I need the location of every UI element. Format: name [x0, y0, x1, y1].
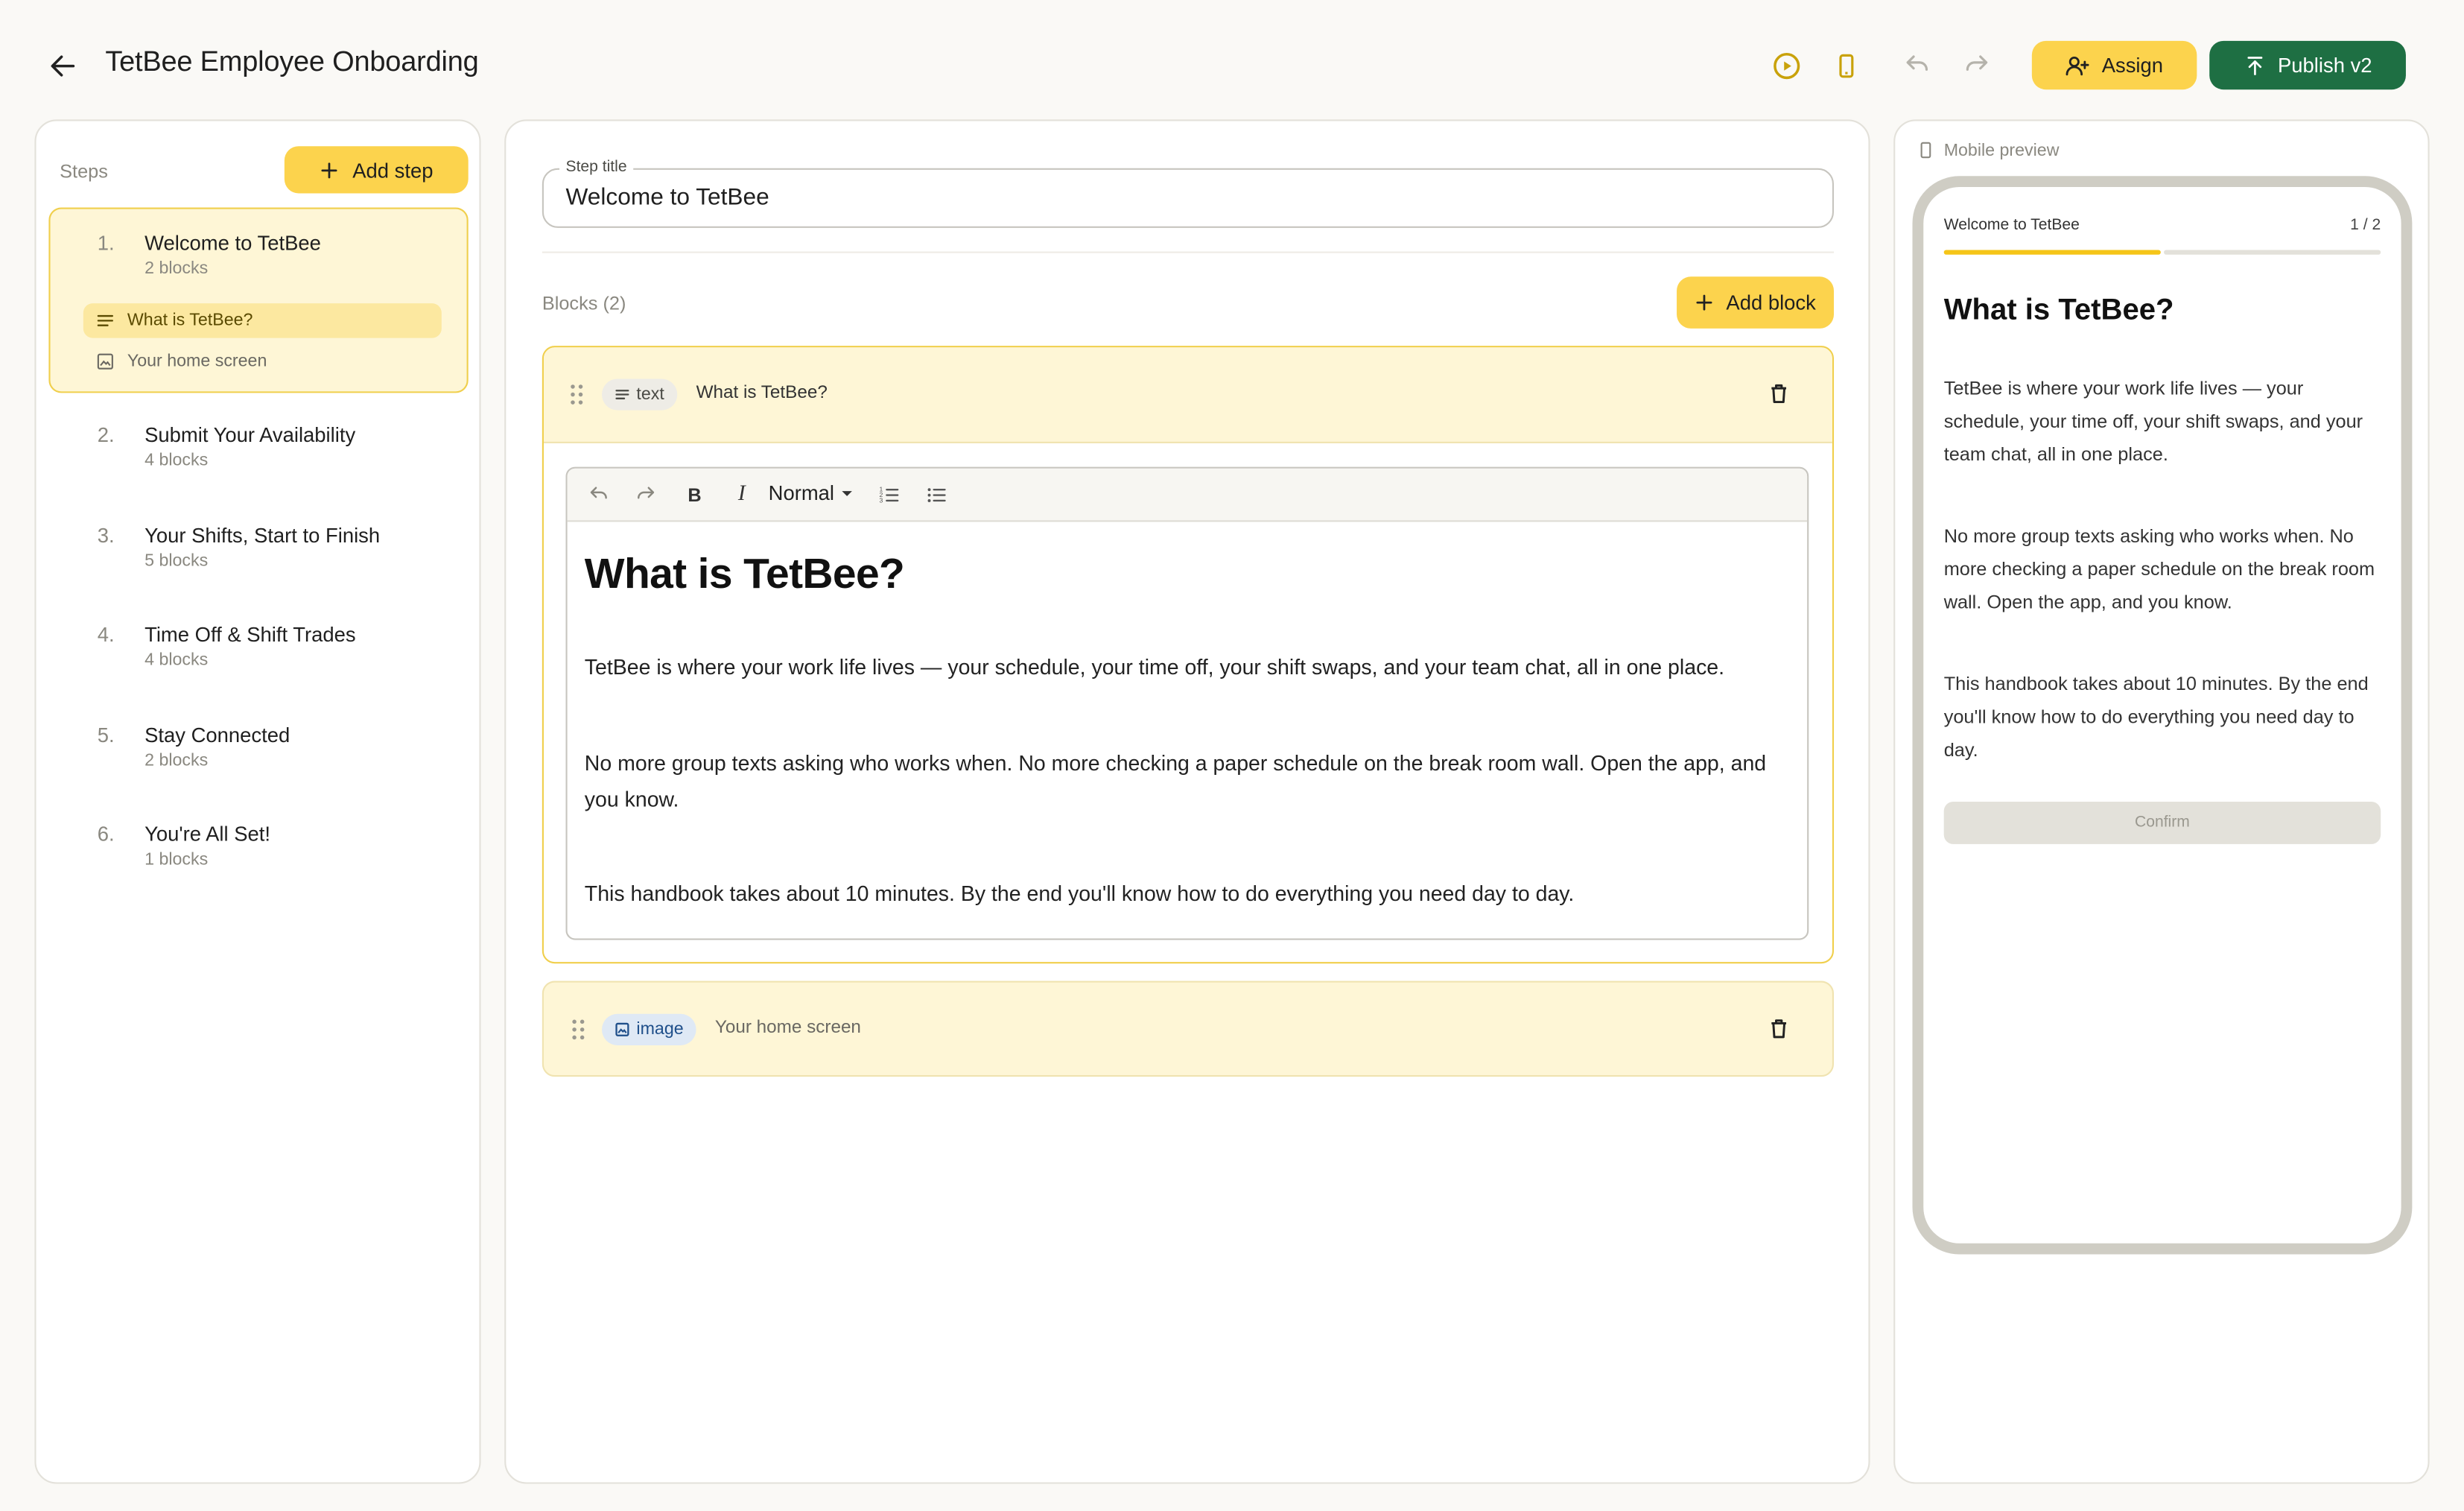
plus-icon	[1695, 292, 1715, 312]
block-header[interactable]: text What is TetBee?	[543, 347, 1832, 443]
block-type-label: image	[636, 1020, 684, 1039]
text-block-card: text What is TetBee? B I Normal 1 2 3 Wh…	[542, 346, 1835, 964]
drag-handle-icon[interactable]	[571, 1019, 586, 1041]
sub-block-item[interactable]: Your home screen	[83, 344, 442, 378]
mobile-phone-icon	[1917, 140, 1934, 160]
step-number: 2.	[97, 422, 115, 447]
image-icon	[615, 1021, 630, 1037]
confirm-button[interactable]: Confirm	[1943, 801, 2381, 844]
svg-text:3: 3	[880, 496, 883, 504]
content-paragraph: No more group texts asking who works whe…	[584, 751, 1767, 811]
redo-icon[interactable]	[630, 479, 661, 510]
steps-heading: Steps	[60, 160, 108, 183]
content-paragraph: TetBee is where your work life lives — y…	[584, 655, 1725, 680]
progress-segment-done	[1943, 250, 2161, 255]
step-block-count: 2 blocks	[145, 259, 209, 279]
bullet-list-icon[interactable]	[921, 479, 952, 510]
undo-icon[interactable]	[1900, 48, 1934, 83]
text-style-value: Normal	[768, 481, 835, 505]
progress-segment-remaining	[2164, 250, 2381, 255]
editor-toolbar: B I Normal 123	[567, 468, 1808, 522]
step-block-count: 2 blocks	[145, 751, 209, 770]
step-block-count: 5 blocks	[145, 551, 209, 571]
block-type-label: text	[636, 384, 664, 405]
divider	[542, 251, 1835, 253]
phone-frame: Welcome to TetBee 1 / 2 What is TetBee? …	[1912, 176, 2413, 1255]
block-type-chip: text	[602, 378, 677, 411]
sub-block-label: Your home screen	[127, 352, 267, 371]
step-block-count: 4 blocks	[145, 451, 209, 470]
drag-handle-icon[interactable]	[569, 384, 585, 406]
block-title: What is TetBee?	[696, 383, 828, 403]
plus-icon	[320, 159, 340, 180]
play-circle-icon[interactable]	[1770, 48, 1804, 83]
publish-label: Publish v2	[2278, 53, 2372, 77]
caret-down-icon	[840, 487, 853, 499]
mobile-phone-icon[interactable]	[1829, 48, 1864, 83]
add-block-button[interactable]: Add block	[1677, 276, 1835, 329]
back-arrow-icon[interactable]	[47, 51, 78, 82]
upload-icon	[2244, 54, 2266, 77]
assign-label: Assign	[2101, 53, 2164, 77]
image-icon	[96, 352, 115, 371]
mobile-preview-panel: Mobile preview Welcome to TetBee 1 / 2 W…	[1893, 119, 2430, 1484]
ordered-list-icon[interactable]: 123	[874, 479, 905, 510]
preview-paragraph: No more group texts asking who works whe…	[1943, 525, 2375, 613]
trash-icon[interactable]	[1768, 1017, 1790, 1041]
publish-button[interactable]: Publish v2	[2209, 40, 2406, 90]
preview-page-counter: 1 / 2	[2350, 217, 2381, 235]
redo-icon[interactable]	[1960, 48, 1994, 83]
step-number: 5.	[97, 723, 115, 747]
step-block-count: 4 blocks	[145, 650, 209, 670]
step-title: You're All Set!	[145, 822, 271, 846]
step-title-input[interactable]: Welcome to TetBee	[565, 184, 769, 211]
trash-icon[interactable]	[1768, 382, 1790, 406]
mobile-preview-label: Mobile preview	[1943, 140, 2060, 160]
step-number: 4.	[97, 622, 115, 647]
preview-heading: What is TetBee?	[1943, 294, 2174, 327]
step-title: Welcome to TetBee	[145, 231, 321, 255]
editor-panel: Step title Welcome to TetBee Blocks (2) …	[504, 119, 1870, 1484]
preview-paragraph: This handbook takes about 10 minutes. By…	[1943, 672, 2369, 761]
block-title: Your home screen	[714, 1019, 861, 1038]
step-title: Submit Your Availability	[145, 422, 356, 447]
rich-text-editor[interactable]: B I Normal 123 What is TetBee? TetBee is…	[565, 466, 1809, 940]
preview-step-title: Welcome to TetBee	[1943, 217, 2080, 235]
steps-panel: Steps Add step 1. Welcome to TetBee 2 bl…	[34, 119, 481, 1484]
sub-block-item-selected[interactable]: What is TetBee?	[83, 303, 442, 338]
text-lines-icon	[96, 311, 115, 330]
add-person-icon	[2065, 53, 2091, 78]
image-block-card[interactable]: image Your home screen	[542, 981, 1835, 1077]
text-lines-icon	[615, 387, 630, 402]
blocks-heading: Blocks (2)	[542, 292, 626, 314]
sub-block-label: What is TetBee?	[127, 311, 253, 331]
add-block-label: Add block	[1726, 291, 1816, 314]
text-style-select[interactable]: Normal	[768, 481, 854, 505]
step-title: Stay Connected	[145, 723, 290, 747]
content-paragraph: This handbook takes about 10 minutes. By…	[584, 881, 1575, 906]
undo-icon[interactable]	[583, 479, 615, 510]
step-number: 3.	[97, 523, 115, 548]
assign-button[interactable]: Assign	[2031, 40, 2197, 90]
content-heading: What is TetBee?	[584, 550, 905, 598]
step-number: 1.	[97, 231, 115, 255]
add-step-label: Add step	[352, 158, 434, 182]
bold-button[interactable]: B	[679, 479, 710, 510]
step-number: 6.	[97, 822, 115, 846]
preview-paragraph: TetBee is where your work life lives — y…	[1943, 377, 2363, 466]
block-type-chip: image	[602, 1013, 696, 1045]
page-title: TetBee Employee Onboarding	[105, 45, 479, 77]
add-step-button[interactable]: Add step	[284, 146, 469, 194]
step-block-count: 1 blocks	[145, 850, 209, 869]
step-title: Your Shifts, Start to Finish	[145, 523, 381, 548]
step-title-label: Step title	[559, 159, 634, 177]
italic-button[interactable]: I	[726, 479, 758, 510]
mobile-preview-heading: Mobile preview	[1917, 140, 2060, 160]
step-title: Time Off & Shift Trades	[145, 622, 356, 647]
